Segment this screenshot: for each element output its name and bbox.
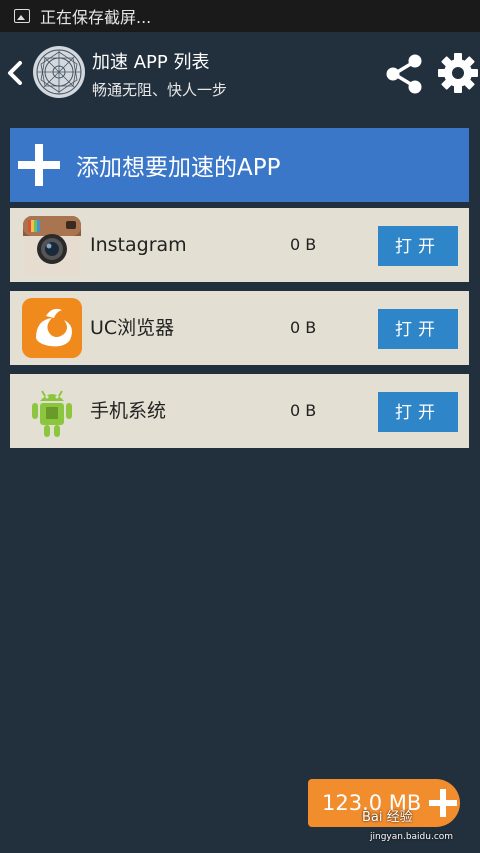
page-subtitle: 畅通无阻、快人一步 bbox=[92, 81, 228, 99]
app-name: Instagram bbox=[90, 234, 187, 256]
android-icon bbox=[32, 390, 72, 437]
plus-icon bbox=[18, 144, 60, 186]
watermark-url: jingyan.baidu.com bbox=[370, 832, 454, 842]
app-size: 0 B bbox=[290, 401, 317, 420]
app-row-instagram: Instagram 0 B 打开 bbox=[10, 208, 469, 282]
add-app-label: 添加想要加速的APP bbox=[76, 155, 281, 181]
app-row-system: 手机系统 0 B 打开 bbox=[10, 374, 469, 448]
plus-icon bbox=[429, 789, 458, 817]
screenshot-icon bbox=[14, 9, 30, 23]
page-title: 加速 APP 列表 bbox=[92, 52, 210, 73]
app-logo bbox=[33, 46, 85, 98]
status-text: 正在保存截屏... bbox=[40, 8, 152, 27]
open-button[interactable]: 打开 bbox=[378, 309, 458, 349]
add-app-button[interactable]: 添加想要加速的APP bbox=[10, 128, 469, 202]
globe-network-icon bbox=[34, 47, 84, 97]
app-size: 0 B bbox=[290, 318, 317, 337]
back-icon[interactable] bbox=[4, 58, 24, 88]
open-button[interactable]: 打开 bbox=[378, 226, 458, 266]
app-name: UC浏览器 bbox=[90, 317, 175, 339]
app-size: 0 B bbox=[290, 235, 317, 254]
uc-browser-icon bbox=[22, 298, 82, 358]
instagram-icon bbox=[23, 216, 81, 274]
gear-icon[interactable] bbox=[436, 50, 480, 96]
watermark: Bai 经验 bbox=[362, 810, 413, 825]
app-header: 加速 APP 列表 畅通无阻、快人一步 bbox=[0, 32, 480, 114]
app-row-uc-browser: UC浏览器 0 B 打开 bbox=[10, 291, 469, 365]
app-name: 手机系统 bbox=[90, 400, 167, 422]
status-bar: 正在保存截屏... bbox=[0, 0, 480, 32]
open-button[interactable]: 打开 bbox=[378, 392, 458, 432]
share-icon[interactable] bbox=[382, 52, 426, 96]
